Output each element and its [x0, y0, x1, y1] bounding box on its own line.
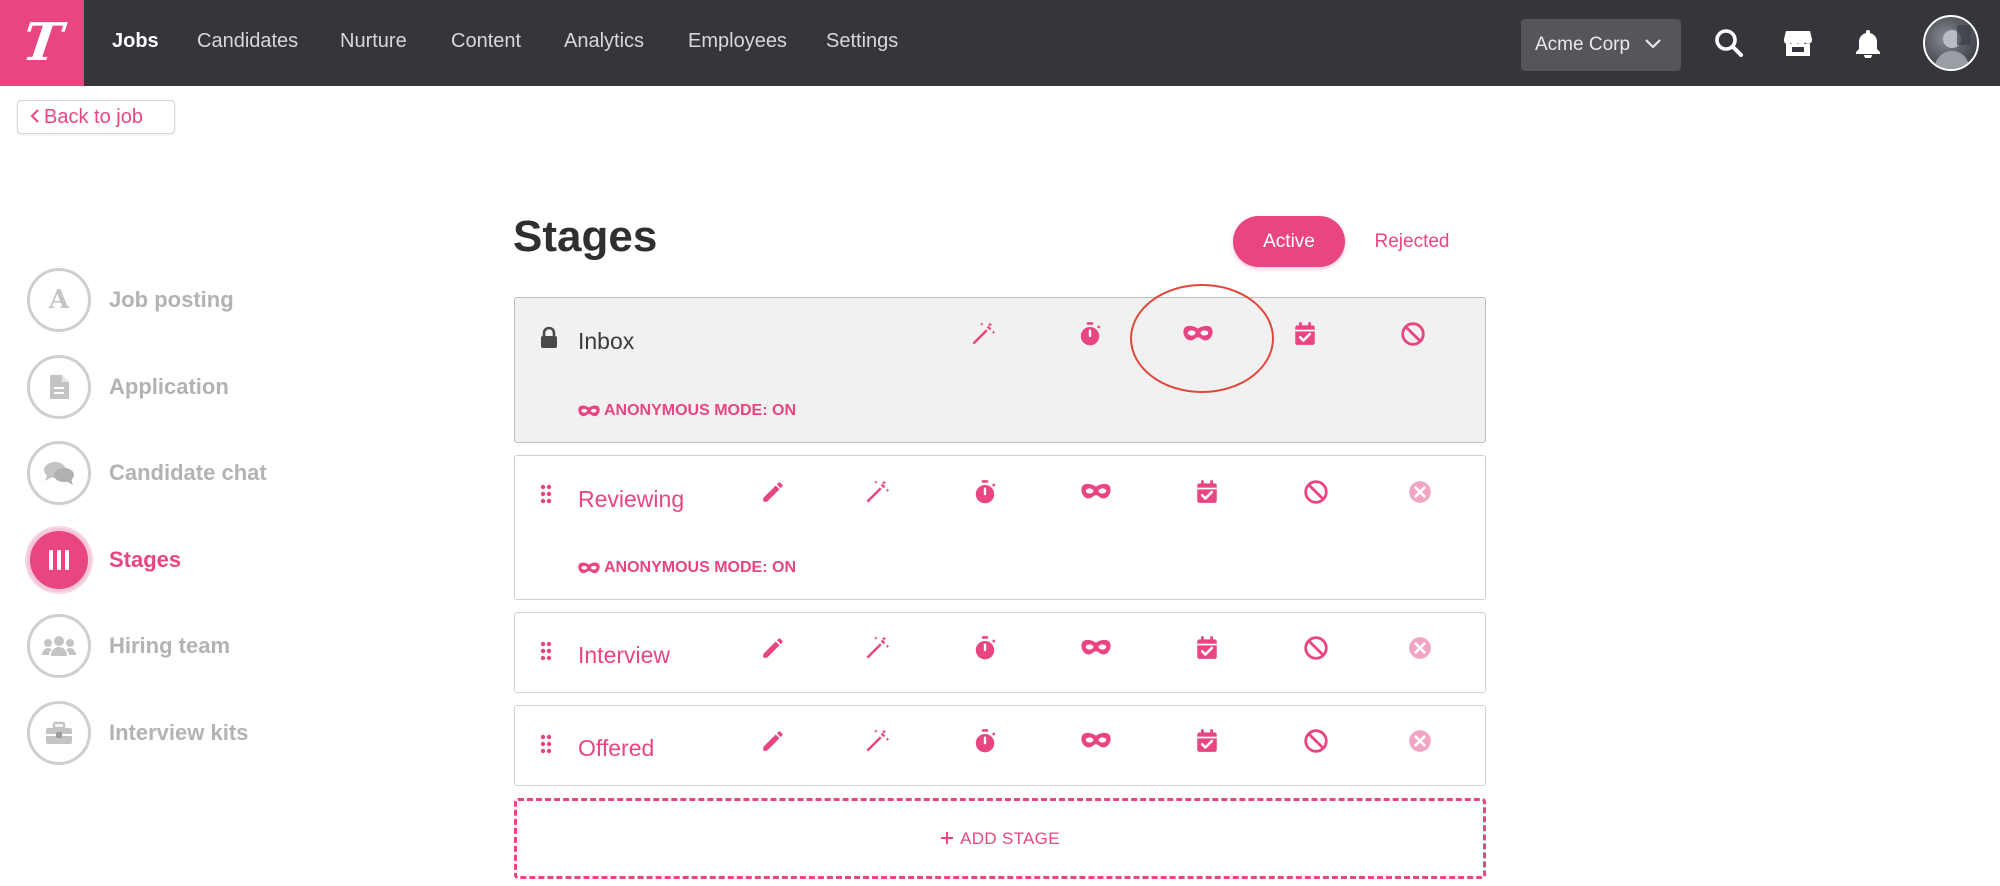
sidebar-item-label: Interview kits [109, 720, 249, 745]
lock-icon [539, 326, 559, 350]
search-icon[interactable] [1713, 27, 1745, 59]
ban-icon[interactable] [1301, 726, 1331, 756]
calendar-check-icon[interactable] [1192, 726, 1222, 756]
magic-wand-icon[interactable] [968, 319, 998, 349]
calendar-check-icon[interactable] [1290, 319, 1320, 349]
ban-icon[interactable] [1301, 633, 1331, 663]
drag-handle-icon[interactable] [540, 641, 552, 661]
company-name: Acme Corp [1535, 34, 1631, 55]
magic-wand-icon[interactable] [862, 726, 892, 756]
app-logo[interactable]: T [0, 0, 84, 86]
sidebar-item-hiring-team[interactable]: Hiring team [27, 614, 327, 678]
nav-item-nurture[interactable]: Nurture [340, 30, 407, 53]
timer-icon[interactable] [970, 633, 1000, 663]
drag-handle-icon[interactable] [540, 734, 552, 754]
anonymous-mode-badge: ANONYMOUS MODE: ON [578, 559, 796, 577]
sidebar-item-label: Candidate chat [109, 460, 267, 485]
stage-card-interview: Interview [514, 612, 1486, 693]
magic-wand-icon[interactable] [862, 633, 892, 663]
sidebar-item-label: Application [109, 374, 229, 399]
sidebar-item-label: Hiring team [109, 633, 231, 658]
stage-card-inbox: Inbox ANONYMOUS MODE: ON [514, 297, 1486, 443]
stage-name: Offered [578, 735, 655, 761]
back-label: Back to job [44, 106, 143, 128]
sidebar-item-job-posting[interactable]: A Job posting [27, 268, 327, 332]
sidebar-item-label: Job posting [109, 287, 234, 312]
tab-active-stages[interactable]: Active [1233, 216, 1345, 267]
anonymous-mode-badge: ANONYMOUS MODE: ON [578, 402, 796, 420]
top-navigation-bar: T Jobs Candidates Nurture Content Analyt… [0, 0, 2000, 86]
ban-icon[interactable] [1398, 319, 1428, 349]
pencil-icon[interactable] [758, 726, 788, 756]
add-stage-button[interactable]: ADD STAGE [514, 798, 1486, 879]
nav-item-jobs[interactable]: Jobs [112, 30, 159, 53]
nav-item-analytics[interactable]: Analytics [564, 30, 644, 53]
delete-icon[interactable] [1405, 726, 1435, 756]
letter-a-icon: A [27, 268, 91, 332]
calendar-check-icon[interactable] [1192, 477, 1222, 507]
magic-wand-icon[interactable] [862, 477, 892, 507]
sidebar-item-interview-kits[interactable]: Interview kits [27, 701, 327, 765]
toolbox-icon [27, 701, 91, 765]
sidebar-item-candidate-chat[interactable]: Candidate chat [27, 441, 327, 505]
anonymous-mode-label: ANONYMOUS MODE: ON [604, 559, 796, 576]
chevron-left-icon [30, 109, 39, 123]
columns-icon [27, 528, 91, 592]
bell-icon[interactable] [1852, 27, 1884, 59]
stage-card-offered: Offered [514, 705, 1486, 786]
anonymous-mask-icon[interactable] [1081, 726, 1111, 756]
anonymous-mask-icon[interactable] [1081, 633, 1111, 663]
timer-icon[interactable] [970, 477, 1000, 507]
back-to-job-button[interactable]: Back to job [17, 100, 175, 134]
drag-handle-icon[interactable] [540, 484, 552, 504]
chevron-down-icon [1645, 39, 1661, 49]
annotation-highlight-circle [1130, 284, 1274, 393]
avatar[interactable] [1923, 15, 1979, 71]
plus-icon [941, 832, 954, 844]
pencil-icon[interactable] [758, 477, 788, 507]
stage-name: Reviewing [578, 486, 685, 512]
ban-icon[interactable] [1301, 477, 1331, 507]
nav-item-content[interactable]: Content [451, 30, 521, 53]
company-switcher[interactable]: Acme Corp [1521, 19, 1681, 71]
delete-icon[interactable] [1405, 633, 1435, 663]
add-stage-label: ADD STAGE [960, 829, 1060, 848]
people-icon [27, 614, 91, 678]
page-title: Stages [513, 212, 658, 261]
chat-bubbles-icon [27, 441, 91, 505]
nav-item-employees[interactable]: Employees [688, 30, 787, 53]
anonymous-mask-icon[interactable] [1081, 477, 1111, 507]
sidebar-item-stages[interactable]: Stages [27, 528, 327, 592]
nav-item-candidates[interactable]: Candidates [197, 30, 298, 53]
delete-icon[interactable] [1405, 477, 1435, 507]
stage-card-reviewing: Reviewing ANONYMOUS MODE: ON [514, 455, 1486, 600]
anonymous-mode-label: ANONYMOUS MODE: ON [604, 402, 796, 419]
calendar-check-icon[interactable] [1192, 633, 1222, 663]
sidebar-item-label: Stages [109, 547, 182, 572]
timer-icon[interactable] [970, 726, 1000, 756]
store-icon[interactable] [1782, 27, 1814, 59]
pencil-icon[interactable] [758, 633, 788, 663]
timer-icon[interactable] [1075, 319, 1105, 349]
stage-name: Inbox [578, 328, 635, 354]
nav-item-settings[interactable]: Settings [826, 30, 898, 53]
document-icon [27, 355, 91, 419]
sidebar-item-application[interactable]: Application [27, 355, 327, 419]
tab-rejected-stages[interactable]: Rejected [1358, 216, 1466, 267]
stage-name: Interview [578, 642, 671, 668]
anonymous-mask-icon [578, 562, 600, 575]
anonymous-mask-icon [578, 405, 600, 418]
